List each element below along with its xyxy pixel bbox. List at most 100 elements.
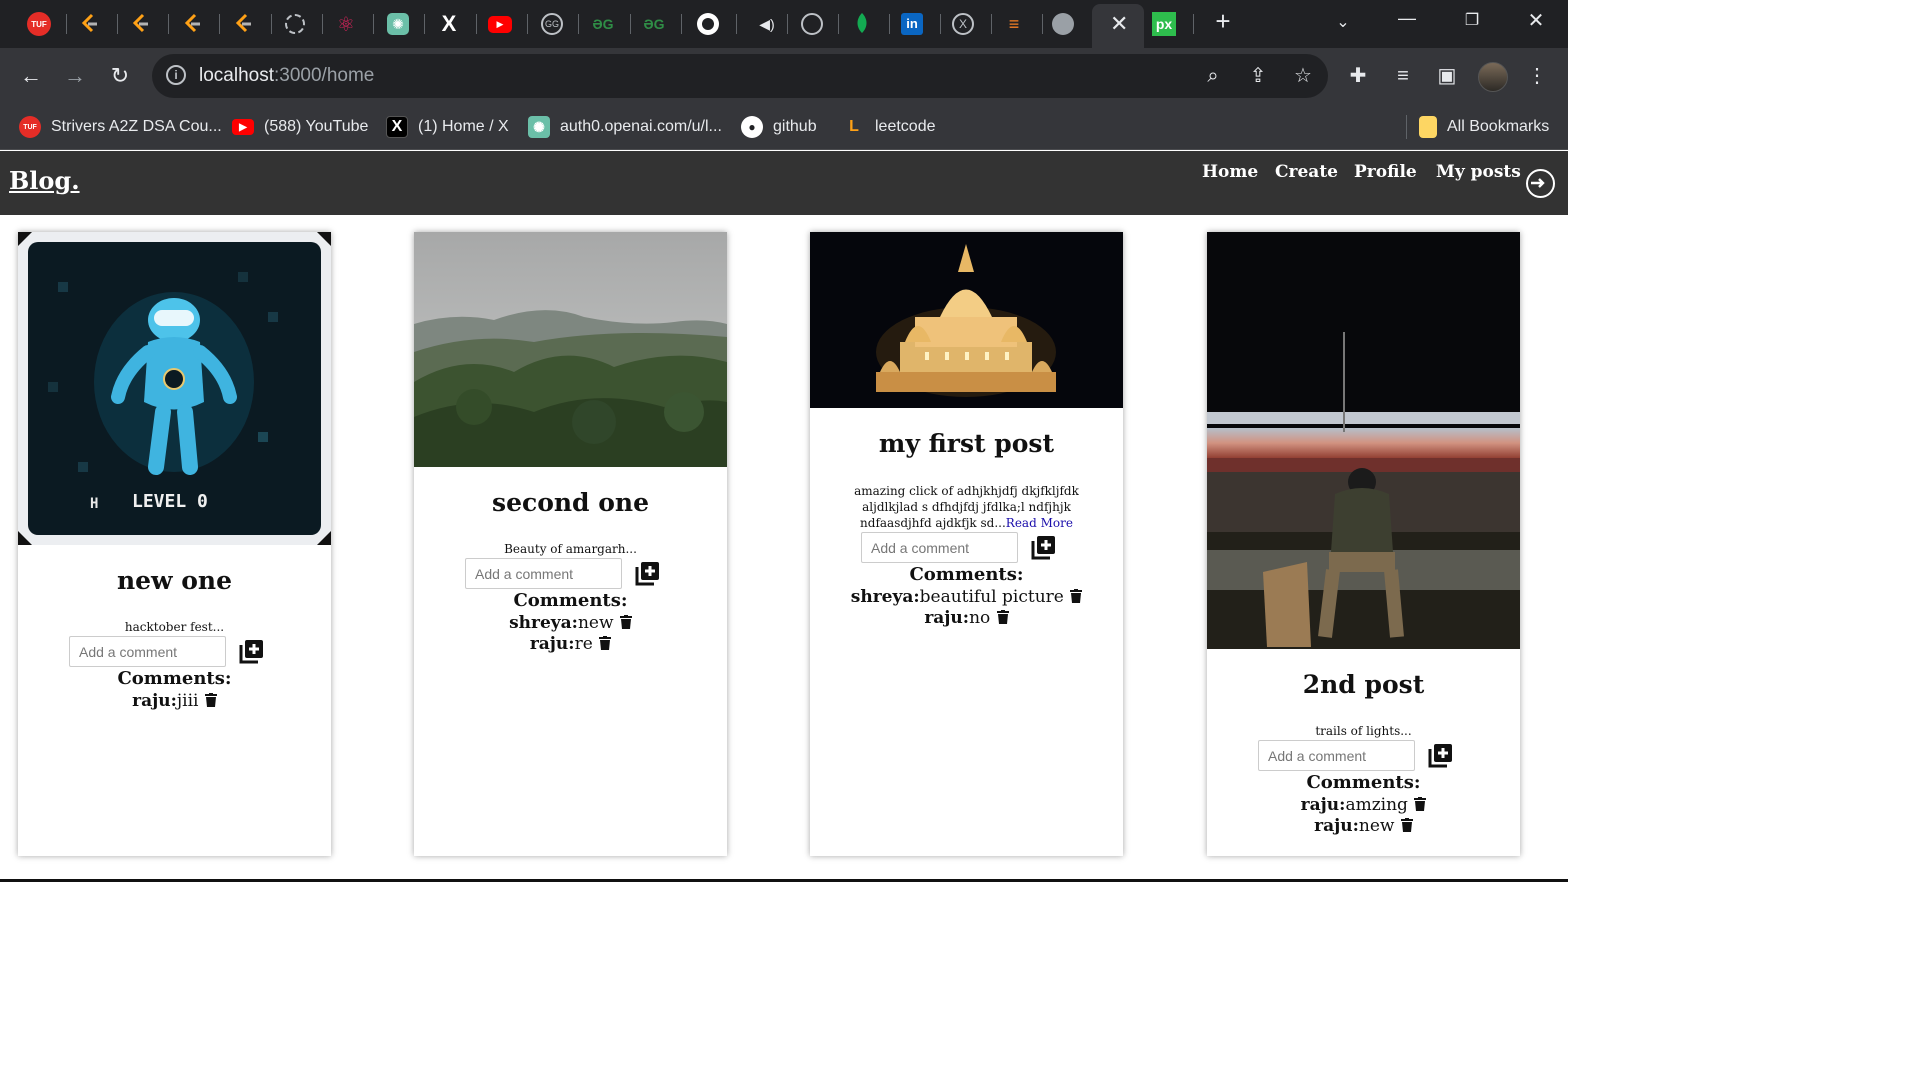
tab-gfg-icon[interactable]: ƏG [642,12,666,36]
bookmark-item[interactable]: TUF Strivers A2Z DSA Cou... [19,116,222,138]
tab-leetcode-icon[interactable] [181,12,205,36]
nav-create-link[interactable]: Create [1275,162,1338,182]
comment-text: new [577,613,614,633]
tab-openai-icon[interactable]: ✺ [386,12,410,36]
bookmark-label: auth0.openai.com/u/l... [560,118,722,135]
add-comment-icon[interactable] [634,559,662,587]
all-bookmarks-button[interactable]: All Bookmarks [1419,116,1549,138]
comment-text: new [1358,816,1395,836]
comment-text: no [969,608,991,628]
zoom-icon[interactable]: ⌕ [1201,64,1225,88]
tab-pixel-icon[interactable]: px [1152,12,1176,36]
bookmark-item[interactable]: ● github [741,116,817,138]
post-title: second one [492,488,649,517]
comment-user: raju: [1314,816,1359,836]
comment-input[interactable] [1258,740,1415,771]
bookmark-label: leetcode [875,118,936,135]
tab-stackoverflow-icon[interactable]: ≡ [1002,12,1026,36]
tab-leetcode-icon[interactable] [78,12,102,36]
reload-button[interactable]: ↻ [106,62,134,90]
post-description: hacktober fest... [124,620,225,634]
post-title: my first post [878,429,1055,458]
delete-comment-icon[interactable] [599,636,612,650]
share-icon[interactable]: ⇪ [1246,64,1270,88]
post-image: H LEVEL 0 [18,232,331,545]
page-bottom-edge [0,879,1568,882]
tab-github-icon[interactable] [800,12,824,36]
add-comment-icon[interactable] [238,637,266,665]
comment-row: raju:re [414,634,727,654]
active-tab[interactable]: ✕ [1092,4,1144,48]
close-tab-icon[interactable]: ✕ [1110,13,1128,35]
comments-heading: Comments: [909,564,1024,585]
extensions-icon[interactable]: ✚ [1346,64,1370,88]
comment-row: raju:jiii [18,691,331,711]
post-title: new one [116,566,233,595]
restore-button[interactable]: ❐ [1457,10,1487,30]
nav-my-posts-link[interactable]: My posts [1436,162,1521,182]
tab-react-icon[interactable]: ⚛ [334,12,358,36]
add-comment-icon[interactable] [1030,533,1058,561]
bookmark-item[interactable]: ✺ auth0.openai.com/u/l... [528,116,722,138]
tab-leetcode-icon[interactable] [129,12,153,36]
nav-home-link[interactable]: Home [1202,162,1258,182]
post-card: 2nd post trails of lights... Comments: r… [1207,232,1520,856]
logout-icon[interactable] [1526,169,1555,198]
nav-profile-link[interactable]: Profile [1354,162,1417,182]
profile-avatar[interactable] [1478,62,1508,92]
bookmark-label: (588) YouTube [264,118,369,135]
tab-globe-icon[interactable] [1051,12,1075,36]
tab-audio-icon[interactable]: ◀) [755,12,779,36]
comment-input[interactable] [69,636,226,667]
bookmark-star-icon[interactable]: ☆ [1291,64,1315,88]
tab-search-chevron-icon[interactable]: ⌄ [1328,12,1358,32]
bookmark-label: github [773,118,817,135]
tab-tuf-icon[interactable]: TUF [27,12,51,36]
comment-user: shreya: [509,613,578,633]
new-tab-button[interactable]: + [1208,6,1238,37]
tab-gfg-icon[interactable]: GG [540,12,564,36]
comment-row: raju:no [810,608,1123,628]
site-info-icon[interactable]: i [166,65,186,85]
tab-x-icon[interactable]: X [437,11,461,36]
tab-linkedin-icon[interactable]: in [900,12,924,36]
menu-icon[interactable]: ⋮ [1525,64,1549,88]
side-panel-icon[interactable]: ▣ [1435,64,1459,88]
bookmark-item[interactable]: L leetcode [843,116,936,138]
bookmark-item[interactable]: X (1) Home / X [386,116,509,138]
read-more-link[interactable]: Read More [1006,516,1073,530]
url-text[interactable]: localhost:3000/home [199,65,374,87]
delete-comment-icon[interactable] [996,610,1009,624]
tab-youtube-icon[interactable]: ▶ [488,12,512,36]
minimize-button[interactable]: — [1392,8,1422,29]
add-comment-icon[interactable] [1427,741,1455,769]
comment-text: jiii [176,691,199,711]
comment-input[interactable] [861,532,1018,563]
browser-toolbar: ← → ↻ i localhost:3000/home ⌕ ⇪ ☆ ✚ ≡ ▣ … [0,48,1568,104]
tab-gfg-icon[interactable]: ƏG [591,12,615,36]
delete-comment-icon[interactable] [204,693,217,707]
media-icon[interactable]: ≡ [1391,64,1415,88]
post-description: trails of lights... [1315,724,1412,738]
back-button[interactable]: ← [17,62,45,90]
tab-x-circle-icon[interactable]: X [951,12,975,36]
tab-mongodb-icon[interactable] [850,12,874,36]
tab-loading-icon[interactable] [283,12,307,36]
forward-button[interactable]: → [61,62,89,90]
tab-github-icon[interactable] [696,12,720,36]
brand-logo-link[interactable]: Blog. [9,166,80,195]
close-window-button[interactable]: ✕ [1521,8,1551,33]
bookmark-label: Strivers A2Z DSA Cou... [51,118,222,135]
bookmark-item[interactable]: ▶ (588) YouTube [232,116,368,138]
comment-input[interactable] [465,558,622,589]
delete-comment-icon[interactable] [1414,797,1427,811]
tab-leetcode-icon[interactable] [232,12,256,36]
delete-comment-icon[interactable] [1070,589,1083,603]
delete-comment-icon[interactable] [1400,818,1413,832]
address-bar[interactable]: i localhost:3000/home ⌕ ⇪ ☆ [152,54,1328,98]
bookmark-label: (1) Home / X [418,118,509,135]
x-icon: X [386,116,408,138]
delete-comment-icon[interactable] [619,615,632,629]
post-image [1207,232,1520,649]
post-image [414,232,727,467]
